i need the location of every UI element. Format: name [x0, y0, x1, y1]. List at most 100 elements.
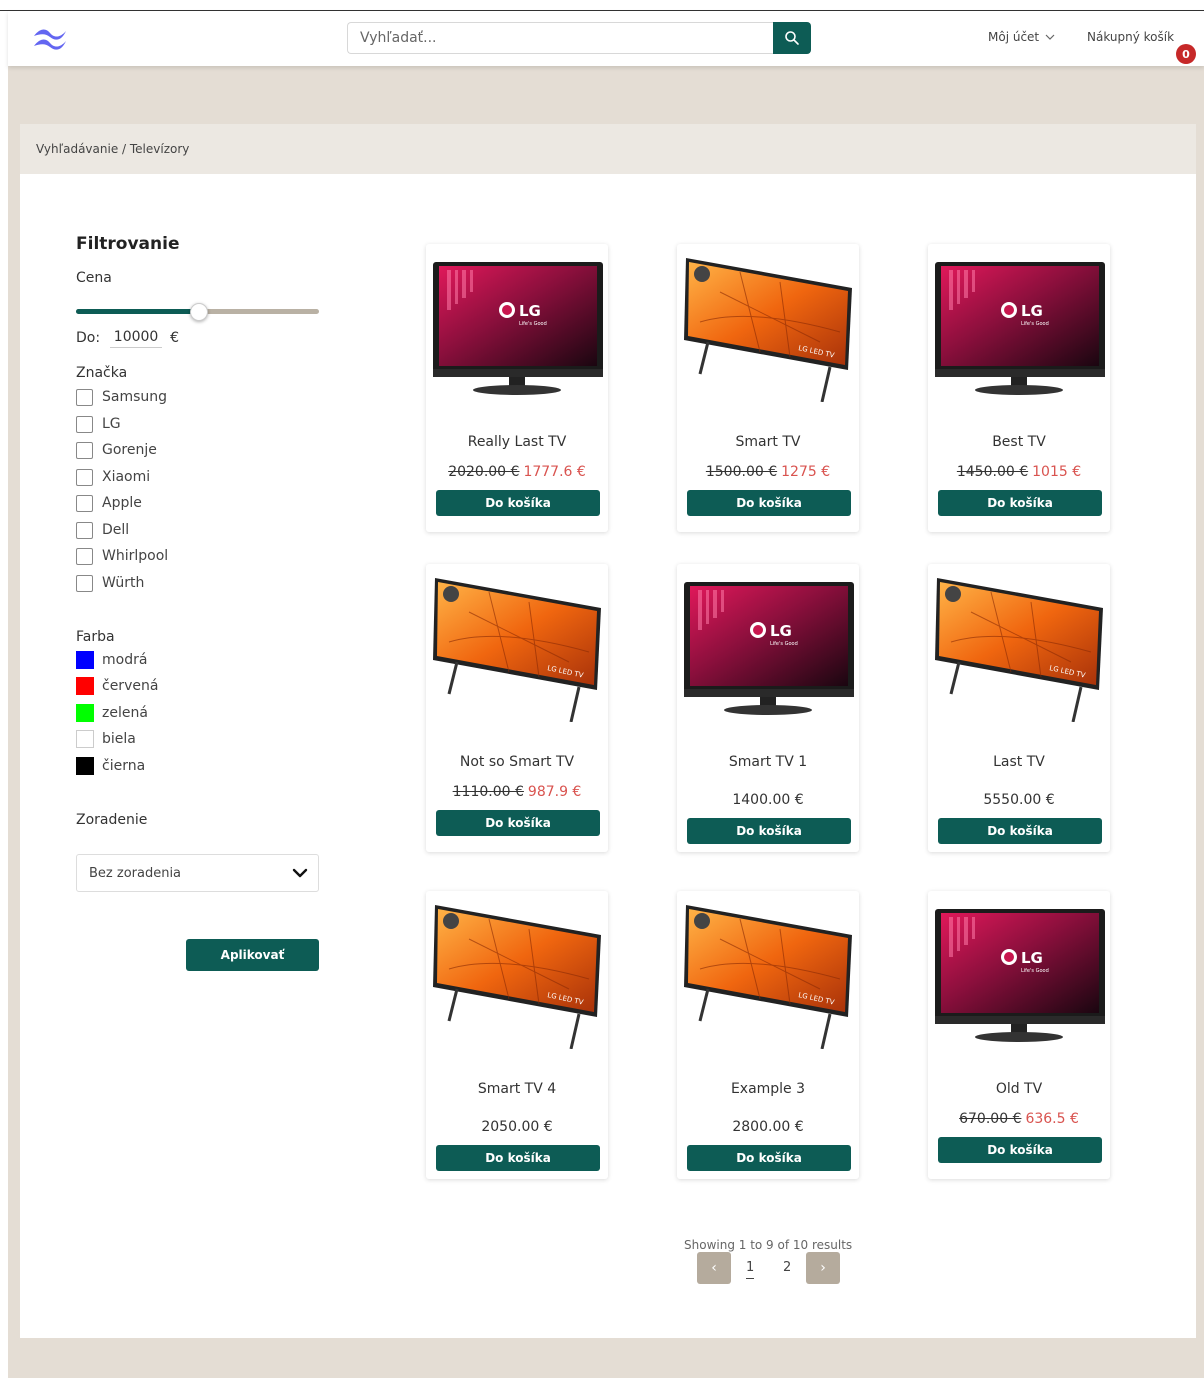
checkbox[interactable] — [76, 521, 93, 539]
add-to-cart-button[interactable]: Do košíka — [687, 1145, 851, 1171]
price-slider[interactable] — [76, 303, 319, 321]
product-name[interactable]: Example 3 — [677, 1081, 859, 1097]
brand-checkbox-xiaomi[interactable]: Xiaomi — [76, 467, 150, 487]
color-label-text: čierna — [102, 758, 146, 774]
product-image[interactable]: LG LED TV — [680, 899, 856, 1050]
apply-filters-button[interactable]: Aplikovať — [186, 939, 319, 971]
add-to-cart-button[interactable]: Do košíka — [938, 490, 1102, 516]
original-price: 1450.00 € — [956, 464, 1029, 480]
color-swatch[interactable] — [76, 651, 94, 669]
brand-label-text: LG — [102, 416, 121, 432]
checkbox[interactable] — [76, 441, 93, 459]
breadcrumb: Vyhľadávanie / Televízory — [36, 142, 190, 156]
tv-image: LG LED TV — [433, 578, 601, 723]
brand-checkbox-whirlpool[interactable]: Whirlpool — [76, 546, 168, 566]
sale-price: 1275 € — [781, 464, 831, 480]
color-label-text: biela — [102, 731, 136, 747]
original-price: 670.00 € — [959, 1111, 1022, 1127]
add-to-cart-button[interactable]: Do košíka — [938, 818, 1102, 844]
brand-checkbox-apple[interactable]: Apple — [76, 493, 142, 513]
price-max-row: Do: € — [76, 327, 179, 348]
brand-label-text: Dell — [102, 522, 130, 538]
product-card: LG Life's Good Best TV 1450.00 €1015 € Do… — [928, 244, 1110, 532]
add-to-cart-button[interactable]: Do košíka — [687, 490, 851, 516]
color-option-green[interactable]: zelená — [76, 703, 148, 723]
product-name[interactable]: Smart TV 1 — [677, 754, 859, 770]
search-button[interactable] — [773, 22, 811, 54]
chevron-down-icon — [292, 868, 308, 878]
results-summary: Showing 1 to 9 of 10 results — [684, 1238, 853, 1252]
product-image[interactable]: LG Life's Good — [429, 252, 605, 402]
product-name[interactable]: Old TV — [928, 1081, 1110, 1097]
add-to-cart-button[interactable]: Do košíka — [436, 1145, 600, 1171]
checkbox[interactable] — [76, 468, 93, 486]
chevron-right-icon: › — [820, 1260, 826, 1276]
checkbox[interactable] — [76, 415, 93, 433]
svg-text:Life's Good: Life's Good — [519, 321, 547, 327]
product-name[interactable]: Smart TV — [677, 434, 859, 450]
checkbox[interactable] — [76, 494, 93, 512]
svg-text:LG: LG — [770, 622, 792, 640]
cart-link[interactable]: Nákupný košík — [1087, 30, 1174, 44]
logo-icon[interactable] — [30, 24, 70, 52]
product-price: 1110.00 €987.9 € — [426, 784, 608, 800]
product-image[interactable]: LG Life's Good — [680, 572, 856, 722]
pagination-prev-button[interactable]: ‹ — [697, 1252, 731, 1284]
original-price: 1500.00 € — [705, 464, 778, 480]
checkbox[interactable] — [76, 547, 93, 565]
cart-label: Nákupný košík — [1087, 30, 1175, 44]
product-image[interactable]: LG LED TV — [680, 252, 856, 403]
product-image[interactable]: LG LED TV — [931, 572, 1107, 723]
tv-image: LGLife's Good — [935, 909, 1105, 1042]
add-to-cart-button[interactable]: Do košíka — [436, 490, 600, 516]
product-name[interactable]: Last TV — [928, 754, 1110, 770]
pagination-page-1[interactable]: 1 — [746, 1260, 755, 1279]
product-image[interactable]: LG Life's Good — [931, 252, 1107, 402]
color-swatch[interactable] — [76, 704, 94, 722]
add-to-cart-button[interactable]: Do košíka — [436, 810, 600, 836]
checkbox[interactable] — [76, 388, 93, 406]
price-slider-thumb[interactable] — [189, 303, 208, 321]
product-image[interactable]: LG LED TV — [429, 572, 605, 723]
color-swatch[interactable] — [76, 757, 94, 775]
product-name[interactable]: Best TV — [928, 434, 1110, 450]
brand-checkbox-gorenje[interactable]: Gorenje — [76, 440, 157, 460]
checkbox[interactable] — [76, 574, 93, 592]
product-price: 1450.00 €1015 € — [928, 464, 1110, 480]
color-label-text: zelená — [102, 705, 148, 721]
product-name[interactable]: Smart TV 4 — [426, 1081, 608, 1097]
color-option-red[interactable]: červená — [76, 676, 158, 696]
product-card: LG LED TV Not so Smart TV 1110.00 €987.9… — [426, 564, 608, 852]
pagination-next-button[interactable]: › — [806, 1252, 840, 1284]
account-menu[interactable]: Môj účet — [988, 30, 1055, 44]
color-option-black[interactable]: čierna — [76, 756, 145, 776]
product-price: 1500.00 €1275 € — [677, 464, 859, 480]
sale-price: 636.5 € — [1025, 1111, 1079, 1127]
chevron-down-icon — [1045, 34, 1055, 40]
product-card: LG LED TV Smart TV 4 2050.00 € Do košíka — [426, 891, 608, 1179]
price-max-input[interactable] — [110, 327, 163, 348]
cart-count-badge: 0 — [1176, 44, 1196, 64]
add-to-cart-button[interactable]: Do košíka — [938, 1137, 1102, 1163]
tv-image: LGLife's Good — [684, 582, 854, 715]
tv-image: LG LED TV — [684, 905, 852, 1050]
filter-title: Filtrovanie — [76, 234, 180, 254]
add-to-cart-button[interactable]: Do košíka — [687, 818, 851, 844]
color-option-blue[interactable]: modrá — [76, 650, 147, 670]
color-swatch[interactable] — [76, 677, 94, 695]
brand-checkbox-wurth[interactable]: Würth — [76, 573, 144, 593]
breadcrumb-bar: Vyhľadávanie / Televízory — [20, 124, 1196, 174]
brand-checkbox-lg[interactable]: LG — [76, 414, 121, 434]
product-name[interactable]: Really Last TV — [426, 434, 608, 450]
brand-checkbox-samsung[interactable]: Samsung — [76, 387, 167, 407]
brand-checkbox-dell[interactable]: Dell — [76, 520, 129, 540]
pagination-page-2[interactable]: 2 — [783, 1260, 791, 1275]
color-option-white[interactable]: biela — [76, 729, 136, 749]
product-image[interactable]: LG LED TV — [429, 899, 605, 1050]
search-input[interactable] — [347, 22, 773, 54]
account-label: Môj účet — [988, 30, 1040, 44]
product-name[interactable]: Not so Smart TV — [426, 754, 608, 770]
product-image[interactable]: LG Life's Good — [931, 899, 1107, 1049]
sort-select[interactable]: Bez zoradenia — [76, 854, 319, 892]
color-swatch[interactable] — [76, 730, 94, 748]
